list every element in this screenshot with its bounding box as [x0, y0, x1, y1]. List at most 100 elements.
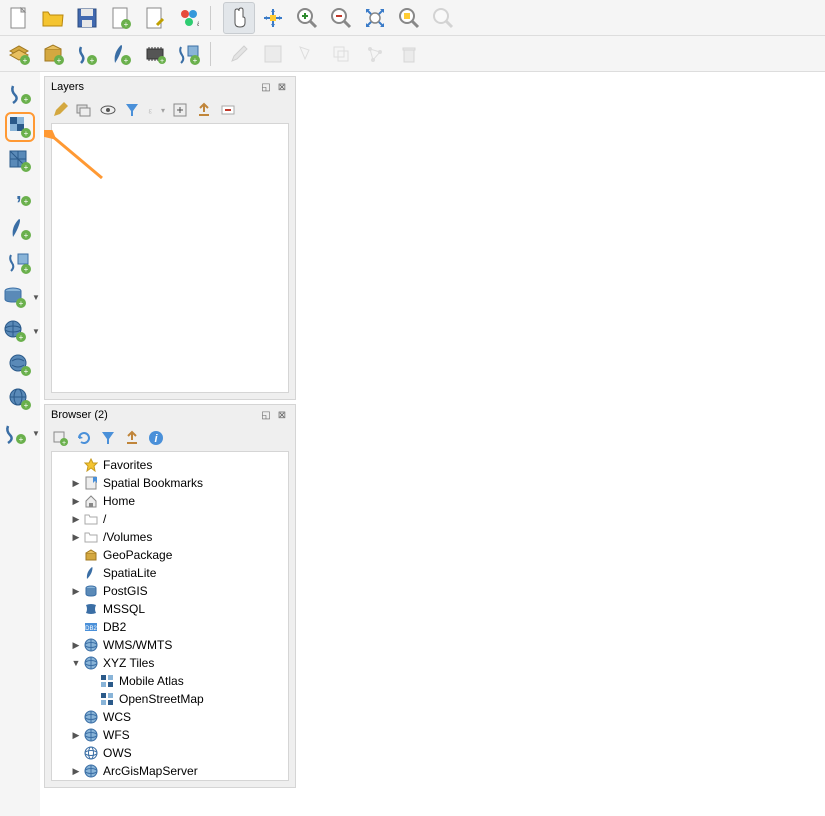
- tree-item[interactable]: ▶/Volumes: [54, 528, 286, 546]
- separator: [210, 42, 218, 66]
- zoom-layer-button[interactable]: [427, 2, 459, 34]
- pan-to-selection-button[interactable]: [257, 2, 289, 34]
- tree-item-label: WMS/WMTS: [103, 638, 172, 652]
- properties-button[interactable]: i: [147, 429, 165, 447]
- db2-icon: DB2: [82, 619, 100, 635]
- tree-item[interactable]: OpenStreetMap: [54, 690, 286, 708]
- dropdown-arrow-icon[interactable]: ▼: [32, 429, 40, 438]
- filter-button[interactable]: [99, 429, 117, 447]
- caret-icon[interactable]: ▶: [70, 532, 82, 543]
- geopkg-icon: [82, 547, 100, 563]
- caret-icon[interactable]: ▶: [70, 478, 82, 489]
- expand-all-button[interactable]: [171, 101, 189, 119]
- tree-item[interactable]: GeoPackage: [54, 546, 286, 564]
- zoom-out-button[interactable]: [325, 2, 357, 34]
- tree-item[interactable]: ▶WFS: [54, 726, 286, 744]
- star-icon: [82, 457, 100, 473]
- tree-item[interactable]: ▶Home: [54, 492, 286, 510]
- collapse-all-button[interactable]: [195, 101, 213, 119]
- add-postgis-button[interactable]: +: [0, 282, 30, 312]
- zoom-selection-button[interactable]: [393, 2, 425, 34]
- save-edits-button[interactable]: [257, 38, 289, 70]
- tree-item[interactable]: WCS: [54, 708, 286, 726]
- new-geopackage-button[interactable]: +: [37, 38, 69, 70]
- tree-item[interactable]: ▶ArcGisMapServer: [54, 762, 286, 780]
- globe-icon: [82, 637, 100, 653]
- undock-icon[interactable]: ◱: [259, 80, 273, 94]
- dropdown-arrow-icon[interactable]: ▼: [32, 327, 40, 336]
- add-wcs-button[interactable]: +: [5, 384, 35, 414]
- caret-icon[interactable]: ▶: [70, 586, 82, 597]
- node-tool-button[interactable]: [359, 38, 391, 70]
- new-spatialite-button[interactable]: +: [105, 38, 137, 70]
- tree-item[interactable]: MSSQL: [54, 600, 286, 618]
- add-wfs-button[interactable]: +: [0, 418, 30, 448]
- add-virtual-layer-button[interactable]: +: [5, 248, 35, 278]
- close-icon[interactable]: ⊠: [275, 80, 289, 94]
- add-wms-button[interactable]: +: [0, 316, 30, 346]
- tree-item[interactable]: ▼XYZ Tiles: [54, 654, 286, 672]
- new-shapefile-button[interactable]: +: [71, 38, 103, 70]
- tree-item[interactable]: ▶ WMS/WMTS: [54, 636, 286, 654]
- dropdown-arrow-icon[interactable]: ▼: [32, 293, 40, 302]
- caret-icon[interactable]: ▼: [70, 658, 82, 668]
- move-feature-button[interactable]: [325, 38, 357, 70]
- tree-item[interactable]: ▶PostGIS: [54, 582, 286, 600]
- style-manager-button[interactable]: a: [173, 2, 205, 34]
- tree-item-label: /: [103, 512, 106, 526]
- new-project-button[interactable]: [3, 2, 35, 34]
- add-delimited-text-button[interactable]: ,+: [5, 180, 35, 210]
- add-raster-layer-button[interactable]: +: [5, 112, 35, 142]
- browser-panel: Browser (2) ◱ ⊠ + i Favorites▶Spatial Bo…: [44, 404, 296, 788]
- add-mesh-layer-button[interactable]: +: [5, 146, 35, 176]
- new-print-layout-button[interactable]: +: [105, 2, 137, 34]
- new-virtual-button[interactable]: +: [173, 38, 205, 70]
- caret-icon[interactable]: ▶: [70, 766, 82, 777]
- toggle-editing-button[interactable]: [223, 38, 255, 70]
- layout-manager-button[interactable]: [139, 2, 171, 34]
- tree-item[interactable]: Mobile Atlas: [54, 672, 286, 690]
- open-data-source-button[interactable]: +: [3, 38, 35, 70]
- add-group-button[interactable]: [75, 101, 93, 119]
- close-icon[interactable]: ⊠: [275, 408, 289, 422]
- tree-item[interactable]: ▶ArcGisFeatureServer: [54, 780, 286, 781]
- refresh-button[interactable]: [75, 429, 93, 447]
- pan-button[interactable]: [223, 2, 255, 34]
- remove-layer-button[interactable]: [219, 101, 237, 119]
- tree-item[interactable]: SpatiaLite: [54, 564, 286, 582]
- tree-item-label: WCS: [103, 710, 131, 724]
- save-project-button[interactable]: [71, 2, 103, 34]
- tree-item[interactable]: DB2DB2: [54, 618, 286, 636]
- manage-layers-toolbar: + + + ,+ + + + ▼ + ▼ + + + ▼: [0, 72, 40, 816]
- new-memory-button[interactable]: +: [139, 38, 171, 70]
- manage-visibility-button[interactable]: [99, 101, 117, 119]
- browser-panel-title: Browser (2): [51, 409, 257, 421]
- zoom-full-button[interactable]: [359, 2, 391, 34]
- add-selected-button[interactable]: +: [51, 429, 69, 447]
- undock-icon[interactable]: ◱: [259, 408, 273, 422]
- filter-legend-button[interactable]: [123, 101, 141, 119]
- browser-tree[interactable]: Favorites▶Spatial Bookmarks▶Home▶/▶/Volu…: [51, 451, 289, 781]
- tree-item[interactable]: ▶Spatial Bookmarks: [54, 474, 286, 492]
- filter-expression-button[interactable]: ε▾: [147, 101, 165, 119]
- svg-text:+: +: [90, 56, 95, 65]
- caret-icon[interactable]: ▶: [70, 514, 82, 525]
- tree-item[interactable]: Favorites: [54, 456, 286, 474]
- caret-icon[interactable]: ▶: [70, 496, 82, 507]
- zoom-in-button[interactable]: [291, 2, 323, 34]
- collapse-all-button[interactable]: [123, 429, 141, 447]
- layers-list[interactable]: [51, 123, 289, 393]
- tree-item[interactable]: OWS: [54, 744, 286, 762]
- delete-selected-button[interactable]: [393, 38, 425, 70]
- add-feature-button[interactable]: [291, 38, 323, 70]
- caret-icon[interactable]: ▶: [70, 640, 82, 651]
- map-canvas[interactable]: [296, 72, 825, 816]
- add-arcgis-map-button[interactable]: +: [5, 350, 35, 380]
- open-project-button[interactable]: [37, 2, 69, 34]
- add-spatialite-button[interactable]: +: [5, 214, 35, 244]
- folder-icon: [82, 529, 100, 545]
- open-layer-styling-button[interactable]: [51, 101, 69, 119]
- tree-item[interactable]: ▶/: [54, 510, 286, 528]
- caret-icon[interactable]: ▶: [70, 730, 82, 741]
- add-vector-layer-button[interactable]: +: [5, 78, 35, 108]
